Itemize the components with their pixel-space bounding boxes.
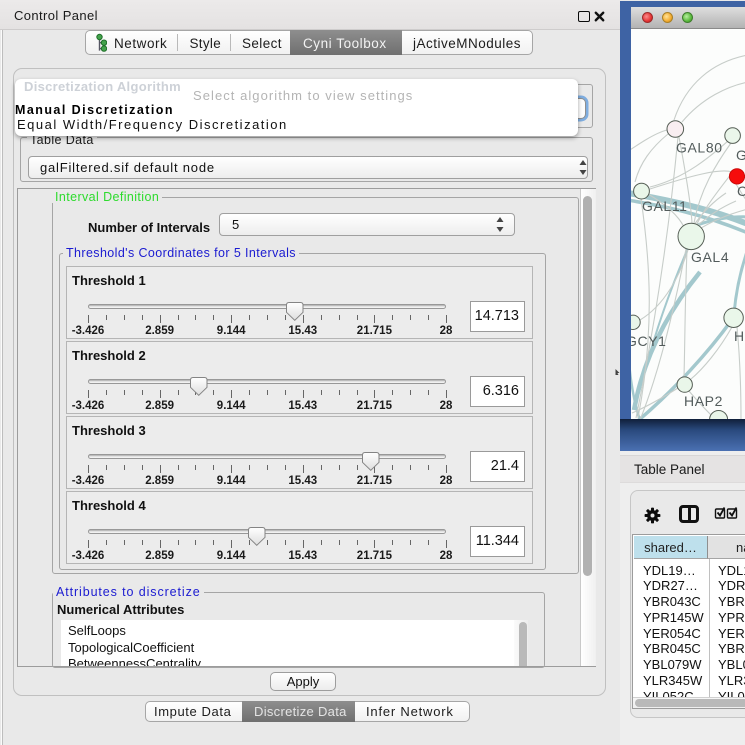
svg-text:G.: G. xyxy=(736,147,745,163)
svg-text:C: C xyxy=(737,183,745,199)
svg-text:GAL11: GAL11 xyxy=(642,198,688,214)
svg-text:HAP2: HAP2 xyxy=(684,393,723,409)
svg-text:H: H xyxy=(734,328,745,344)
svg-text:GAL80: GAL80 xyxy=(676,140,723,156)
svg-text:GAL4: GAL4 xyxy=(691,249,729,265)
svg-text:GCY1: GCY1 xyxy=(631,333,667,349)
